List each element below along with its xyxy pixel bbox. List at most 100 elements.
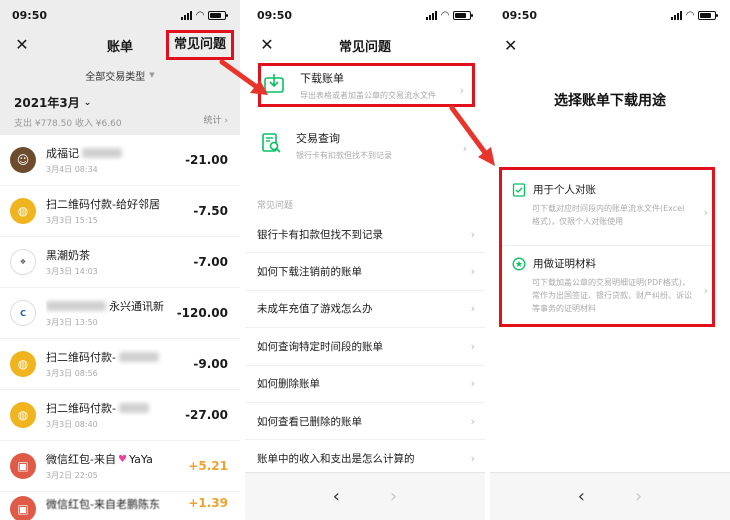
faq-section-header: 常见问题 [257,201,294,211]
wifi-icon: ◠ [441,9,449,21]
proof-option-title: 用做证明材料 [533,258,596,270]
transaction-row[interactable]: C 永兴通讯新 3月3日 13:50 -120.00 [0,288,240,339]
transaction-row[interactable]: ▣ 微信红包-来自 ♥ YaYa 3月2日 22:05 +5.21 [0,441,240,492]
caret-down-icon: ▼ [149,71,155,79]
transaction-amount: -9.00 [193,357,228,371]
close-icon[interactable]: ✕ [504,36,517,55]
transaction-date: 3月3日 08:40 [46,420,98,429]
chevron-right-icon: › [470,452,475,466]
status-icons: ◠ [671,10,718,20]
transaction-list: ☺ 成福记 3月4日 08:34 -21.00 ◍ 扫二维码付款-给好邻居 3月3日… [0,135,240,520]
personal-option-title: 用于个人对账 [533,184,596,196]
bill-navbar: ✕ 账单 常见问题 [0,30,240,60]
chevron-right-icon: › [703,206,708,219]
money-bag-icon: ◍ [10,402,36,428]
transaction-name: 微信红包-来自老鹏陈东 [46,498,160,511]
month-selector[interactable]: 2021年3月 ⌄ [14,94,226,111]
transaction-date: 3月3日 13:50 [46,318,98,327]
status-time: 09:50 [502,8,538,22]
red-packet-icon: ▣ [10,496,36,520]
transaction-name: 扫二维码付款- [46,349,193,365]
faq-button[interactable]: 常见问题 [165,30,234,60]
back-arrow-icon[interactable]: ‹ [578,486,585,507]
faq-item[interactable]: 如何查看已删除的账单 › [245,403,485,441]
chevron-right-icon: › [470,339,475,353]
back-arrow-icon[interactable]: ‹ [333,486,340,507]
status-icons: ◠ [426,9,473,21]
transaction-date: 3月2日 22:05 [46,471,98,480]
transaction-row[interactable]: ▣ 微信红包-来自老鹏陈东 +1.39 [0,492,240,520]
transaction-query-title: 交易查询 [296,132,340,145]
faq-item[interactable]: 银行卡有扣款但找不到记录 › [245,216,485,254]
money-bag-icon: ◍ [10,351,36,377]
transaction-date: 3月3日 08:56 [46,369,98,378]
transaction-amount: +1.39 [188,496,228,510]
money-bag-icon: ◍ [10,198,36,224]
status-bar: 09:50 ◠ [490,0,730,30]
transaction-row[interactable]: ◍ 扫二维码付款- 3月3日 08:56 -9.00 [0,339,240,390]
browser-toolbar: ‹ › [490,472,730,520]
status-bar: 09:50 ◠ [0,0,240,30]
faq-item[interactable]: 未成年充值了游戏怎么办 › [245,291,485,329]
transaction-date: 3月3日 15:15 [46,216,98,225]
faq-screen: 09:50 ◠ ✕ 常见问题 下载账单 导出表格或者加盖公章的交易流水文件 › [245,0,485,520]
month-totals: 支出 ¥778.50 收入 ¥6.60 [14,119,122,129]
chevron-right-icon: › [703,284,708,297]
transaction-date: 3月4日 08:34 [46,165,98,174]
stats-label: 统计 [203,116,222,126]
personal-reconciliation-option[interactable]: 用于个人对账 可下载对应时间段内的账单流水文件(Excel格式)，仅限个人对账使… [502,176,712,246]
transaction-amount: -7.50 [193,204,228,218]
download-bill-title: 下载账单 [300,72,344,85]
bill-screen: 09:50 ◠ ✕ 账单 常见问题 全部交易类型 ▼ 2021年3月 ⌄ 支出 … [0,0,240,520]
close-icon[interactable]: ✕ [12,35,32,55]
heart-icon: ♥ [117,453,127,465]
chevron-right-icon: › [470,302,475,316]
merchant-logo: ❖ [10,249,36,275]
checklist-icon [512,182,526,197]
bank-logo: C [10,300,36,326]
transaction-name: 黑潮奶茶 [46,249,90,262]
signal-icon [426,10,438,20]
forward-arrow-icon[interactable]: › [635,486,642,507]
transaction-row[interactable]: ◍ 扫二维码付款-给好邻居 3月3日 15:15 -7.50 [0,186,240,237]
transaction-name: 扫二维码付款- [46,400,185,416]
battery-icon [453,10,473,20]
chevron-right-icon: › [459,84,464,97]
transaction-name: 永兴通讯新 [46,298,177,314]
page-title: 账单 [106,39,133,55]
faq-item[interactable]: 如何查询特定时间段的账单 › [245,328,485,366]
faq-item[interactable]: 如何下载注销前的账单 › [245,253,485,291]
transaction-query-entry[interactable]: 交易查询 银行卡有扣款但找不到记录 › [258,124,475,170]
chevron-down-icon: ⌄ [83,97,92,108]
transaction-row[interactable]: ◍ 扫二维码付款- 3月3日 08:40 -27.00 [0,390,240,441]
document-search-icon [262,133,281,153]
transaction-row[interactable]: ☺ 成福记 3月4日 08:34 -21.00 [0,135,240,186]
transaction-amount: +5.21 [188,459,228,473]
chevron-right-icon: › [470,227,475,241]
browser-toolbar: ‹ › [245,472,485,520]
filter-label: 全部交易类型 [85,71,146,83]
status-bar: 09:50 ◠ [245,0,485,30]
personal-option-desc: 可下载对应时间段内的账单流水文件(Excel格式)，仅限个人对账使用 [532,204,685,226]
transaction-type-filter[interactable]: 全部交易类型 ▼ [0,60,240,90]
purpose-options: 用于个人对账 可下载对应时间段内的账单流水文件(Excel格式)，仅限个人对账使… [499,167,715,327]
seal-icon [512,257,526,270]
download-bill-subtitle: 导出表格或者加盖公章的交易流水文件 [300,91,436,100]
download-bill-entry[interactable]: 下载账单 导出表格或者加盖公章的交易流水文件 › [258,63,475,107]
forward-arrow-icon[interactable]: › [390,486,397,507]
proof-material-option[interactable]: 用做证明材料 可下载加盖公章的交易明细证明(PDF格式)，常作为出国签证、银行贷… [502,250,712,324]
chevron-right-icon: › [470,265,475,279]
transaction-name: 微信红包-来自 ♥ YaYa [46,452,153,467]
stats-link[interactable]: 统计 › [204,113,229,126]
month-summary: 2021年3月 ⌄ 支出 ¥778.50 收入 ¥6.60 统计 › [0,90,240,135]
transaction-row[interactable]: ❖ 黑潮奶茶 3月3日 14:03 -7.00 [0,237,240,288]
status-time: 09:50 [257,8,293,22]
close-icon[interactable]: ✕ [257,35,277,55]
transaction-amount: -27.00 [185,408,228,422]
battery-icon [698,10,718,20]
status-icons: ◠ [181,10,228,20]
chevron-right-icon: › [224,116,228,126]
faq-navbar: ✕ 常见问题 [245,30,485,60]
faq-item[interactable]: 如何删除账单 › [245,366,485,403]
red-packet-icon: ▣ [10,453,36,479]
